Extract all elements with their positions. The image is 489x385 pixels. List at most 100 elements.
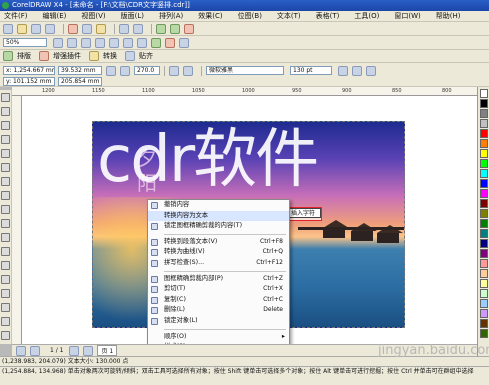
- export-icon[interactable]: [170, 23, 180, 34]
- eyedropper-tool-icon[interactable]: [1, 303, 10, 312]
- menu-window[interactable]: 窗口(W): [394, 11, 420, 21]
- ellipse-tool-icon[interactable]: [1, 191, 10, 200]
- bold-icon[interactable]: [338, 66, 348, 76]
- color-swatch[interactable]: [480, 279, 488, 288]
- zoom-tool-icon[interactable]: [1, 135, 10, 144]
- connector-tool-icon[interactable]: [1, 275, 10, 284]
- color-swatch[interactable]: [480, 199, 488, 208]
- redo-icon[interactable]: [133, 23, 143, 34]
- menu-file[interactable]: 文件(F): [4, 11, 28, 21]
- menu-edit[interactable]: 编辑(E): [43, 11, 67, 21]
- zoom-out-icon[interactable]: [67, 37, 77, 48]
- context-menu-item[interactable]: 转换为曲线(V) Ctrl+Q: [148, 247, 289, 258]
- lock-ratio-icon[interactable]: [106, 66, 116, 76]
- y-position-field[interactable]: y: 101.152 mm: [3, 77, 55, 86]
- layout-plugin-icon[interactable]: [3, 51, 13, 61]
- color-swatch[interactable]: [480, 159, 488, 168]
- crop-tool-icon[interactable]: [1, 121, 10, 130]
- vertical-ruler[interactable]: [12, 96, 22, 344]
- context-menu-item[interactable]: 复制(C) Ctrl+C: [148, 295, 289, 306]
- hand-icon[interactable]: [179, 37, 189, 48]
- save-icon[interactable]: [31, 23, 41, 34]
- rotate-icon[interactable]: [120, 66, 130, 76]
- zoom-all-icon[interactable]: [95, 37, 105, 48]
- menu-table[interactable]: 表格(T): [316, 11, 340, 21]
- first-page-icon[interactable]: [16, 345, 26, 356]
- menu-text[interactable]: 文本(T): [277, 11, 301, 21]
- context-menu-item[interactable]: 锁定图框精确剪裁的内容(T): [148, 221, 289, 232]
- text-tool-icon[interactable]: [1, 233, 10, 242]
- color-swatch[interactable]: [480, 179, 488, 188]
- menu-bitmaps[interactable]: 位图(B): [238, 11, 262, 21]
- font-size-select[interactable]: 130 pt: [290, 66, 332, 75]
- table-tool-icon[interactable]: [1, 247, 10, 256]
- rectangle-tool-icon[interactable]: [1, 177, 10, 186]
- fill-tool-icon[interactable]: [1, 331, 10, 340]
- menu-effects[interactable]: 效果(C): [198, 11, 222, 21]
- color-swatch[interactable]: [480, 329, 488, 338]
- context-menu-item[interactable]: 转换内容为文本: [148, 210, 289, 222]
- publish-pdf-icon[interactable]: [184, 23, 194, 34]
- interactive-effects-tool-icon[interactable]: [1, 289, 10, 298]
- open-folder-icon[interactable]: [17, 23, 27, 34]
- undo-icon[interactable]: [119, 23, 129, 34]
- prev-page-icon[interactable]: [30, 345, 40, 356]
- zoom-height-icon[interactable]: [137, 37, 147, 48]
- import-icon[interactable]: [156, 23, 166, 34]
- color-swatch[interactable]: [480, 139, 488, 148]
- plugin-tab-enhance[interactable]: 增强插件: [53, 51, 81, 61]
- color-swatch[interactable]: [480, 209, 488, 218]
- color-swatch[interactable]: [480, 319, 488, 328]
- plugin-tab-snap[interactable]: 贴齐: [139, 51, 153, 61]
- width-field[interactable]: 39.532 mm: [58, 66, 102, 75]
- color-swatch[interactable]: [480, 189, 488, 198]
- horizontal-ruler[interactable]: 1200 1150 1100 1050 1000 950 900 850 800: [12, 87, 477, 96]
- italic-icon[interactable]: [352, 66, 362, 76]
- color-swatch[interactable]: [480, 149, 488, 158]
- color-swatch[interactable]: [480, 249, 488, 258]
- plugin-tab-convert[interactable]: 转换: [103, 51, 117, 61]
- paste-icon[interactable]: [96, 23, 106, 34]
- context-menu-item[interactable]: 撤销内容: [148, 200, 289, 211]
- snap-plugin-icon[interactable]: [125, 51, 135, 61]
- mirror-horizontal-icon[interactable]: [169, 66, 179, 76]
- menu-arrange[interactable]: 排列(A): [159, 11, 183, 21]
- context-menu-item[interactable]: 顺序(O) ▸: [148, 332, 289, 343]
- menu-help[interactable]: 帮助(H): [436, 11, 461, 21]
- snap-icon[interactable]: [151, 37, 161, 48]
- zoom-width-icon[interactable]: [123, 37, 133, 48]
- plugin-tab-layout[interactable]: 排版: [17, 51, 31, 61]
- x-position-field[interactable]: x: 1,254.667 mm: [3, 66, 55, 75]
- zoom-in-icon[interactable]: [53, 37, 63, 48]
- color-swatch[interactable]: [480, 259, 488, 268]
- context-menu-item[interactable]: 锁定对象(L): [148, 316, 289, 327]
- last-page-icon[interactable]: [83, 345, 94, 356]
- zoom-level-field[interactable]: 50%: [3, 38, 47, 47]
- color-swatch[interactable]: [480, 99, 488, 108]
- menu-layout[interactable]: 版面(L): [121, 11, 144, 21]
- color-swatch[interactable]: [480, 229, 488, 238]
- shape-tool-icon[interactable]: [1, 107, 10, 116]
- color-swatch[interactable]: [480, 269, 488, 278]
- height-field[interactable]: 205.854 mm: [58, 77, 102, 86]
- color-swatch[interactable]: [480, 299, 488, 308]
- print-icon[interactable]: [45, 23, 55, 34]
- copy-icon[interactable]: [82, 23, 92, 34]
- zoom-page-icon[interactable]: [109, 37, 119, 48]
- enhance-plugin-icon[interactable]: [39, 51, 49, 61]
- underline-icon[interactable]: [366, 66, 376, 76]
- cut-icon[interactable]: [68, 23, 78, 34]
- menu-view[interactable]: 视图(V): [81, 11, 105, 21]
- pick-tool-icon[interactable]: [1, 93, 10, 102]
- color-swatch[interactable]: [480, 109, 488, 118]
- color-swatch[interactable]: [480, 119, 488, 128]
- mirror-vertical-icon[interactable]: [183, 66, 193, 76]
- context-menu-item[interactable]: 转换到段落文本(V) Ctrl+F8: [148, 237, 289, 248]
- color-swatch[interactable]: [480, 289, 488, 298]
- menu-tools[interactable]: 工具(O): [354, 11, 379, 21]
- pan-icon[interactable]: [165, 37, 175, 48]
- color-swatch[interactable]: [480, 169, 488, 178]
- color-swatch[interactable]: [480, 219, 488, 228]
- insert-char-field[interactable]: 插入字符: [285, 208, 321, 218]
- color-swatch[interactable]: [480, 239, 488, 248]
